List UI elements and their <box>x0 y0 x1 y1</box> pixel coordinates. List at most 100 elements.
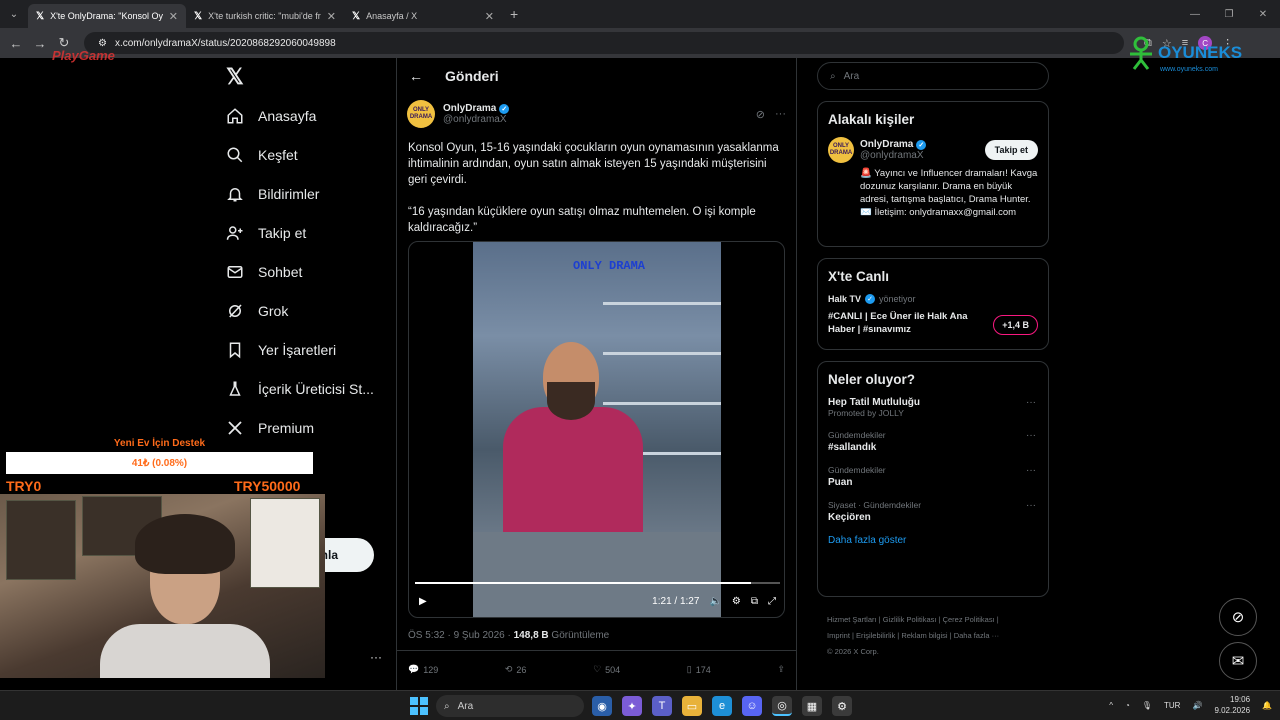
author-name[interactable]: OnlyDrama <box>443 103 496 114</box>
browser-tab-1[interactable]: 𝕏 X'te OnlyDrama: "Konsol Oyun ✕ <box>28 4 186 28</box>
task-view-icon[interactable]: ◉ <box>592 696 612 716</box>
search-input[interactable]: ⌕ Ara <box>817 62 1049 90</box>
chrome-icon[interactable]: ◎ <box>772 696 792 716</box>
bookmark-count: 174 <box>695 664 711 675</box>
sidebar-item-home[interactable]: Anasayfa <box>226 96 374 135</box>
browser-tab-2[interactable]: 𝕏 X'te turkish critic: "mubi'de fran ✕ <box>186 4 344 28</box>
reply-button[interactable]: 💬 129 <box>408 664 438 675</box>
back-arrow-icon[interactable]: ← <box>409 68 423 84</box>
settings-icon[interactable]: ⚙ <box>732 596 741 607</box>
sidebar-item-label: Keşfet <box>258 146 298 163</box>
sidebar-item-bookmarks[interactable]: Yer İşaretleri <box>226 330 374 369</box>
discord-icon[interactable]: ☺ <box>742 696 762 716</box>
tab-search-chevron-icon[interactable]: ⌄ <box>0 0 28 28</box>
related-name[interactable]: OnlyDrama <box>860 139 913 150</box>
grok-fab[interactable]: ⊘ <box>1219 598 1257 636</box>
tab-close-icon[interactable]: ✕ <box>485 10 494 23</box>
microphone-icon[interactable]: 🎙 <box>1142 701 1152 710</box>
like-count: 504 <box>605 664 621 675</box>
footer-line[interactable]: Imprint | Erişilebilirlik | Reklam bilgi… <box>827 628 1047 644</box>
close-window-icon[interactable]: ✕ <box>1246 0 1280 28</box>
site-info-icon[interactable]: ⚙ <box>98 38 107 49</box>
footer-line[interactable]: Hizmet Şartları | Gizlilik Politikası | … <box>827 612 1047 628</box>
like-button[interactable]: ♡ 504 <box>593 664 620 675</box>
chevron-up-icon[interactable]: ^ <box>1109 701 1113 710</box>
steam-icon[interactable]: ⚙ <box>832 696 852 716</box>
trend-item[interactable]: Siyaset · Gündemdekiler Keçiören ··· <box>828 500 1038 523</box>
teams-icon[interactable]: T <box>652 696 672 716</box>
notifications-icon[interactable]: 🔔 <box>1262 701 1272 710</box>
volume-icon[interactable]: 🔊 <box>1192 701 1202 710</box>
sidebar-item-explore[interactable]: Keşfet <box>226 135 374 174</box>
network-icon[interactable]: ◔ <box>1125 701 1130 710</box>
windows-start-icon[interactable] <box>410 697 428 715</box>
sidebar-item-notifications[interactable]: Bildirimler <box>226 174 374 213</box>
webcam-feed <box>0 494 325 678</box>
video-player[interactable]: ONLY DRAMA ▶ 1:21 / 1:27 🔈 ⚙ ⧉ ⤢ <box>408 241 785 618</box>
bookmark-button[interactable]: ▯ 174 <box>687 664 711 675</box>
post-text: Konsol Oyun, 15-16 yaşındaki çocukların … <box>397 134 796 236</box>
avatar[interactable]: ONLY DRAMA <box>828 137 854 163</box>
sidebar-item-label: Bildirimler <box>258 185 320 202</box>
edge-icon[interactable]: e <box>712 696 732 716</box>
more-options-icon[interactable]: ··· <box>1026 397 1036 408</box>
sidebar-item-grok[interactable]: Grok <box>226 291 374 330</box>
new-tab-button[interactable]: + <box>510 6 518 22</box>
taskbar-search[interactable]: ⌕ Ara <box>436 695 584 717</box>
post-timestamp[interactable]: ÖS 5:32 · 9 Şub 2026 · <box>408 630 514 641</box>
related-handle[interactable]: @onlydramaX <box>860 150 926 161</box>
minimize-icon[interactable]: — <box>1178 0 1212 28</box>
trend-item[interactable]: Gündemdekiler Puan ··· <box>828 465 1038 488</box>
tab-close-icon[interactable]: ✕ <box>327 10 336 23</box>
trend-item[interactable]: Hep Tatil Mutluluğu Promoted by JOLLY ··… <box>828 397 1038 418</box>
browser-tab-3[interactable]: 𝕏 Anasayfa / X ✕ <box>344 4 502 28</box>
follow-button[interactable]: Takip et <box>984 140 1038 160</box>
grok-icon[interactable]: ⊘ <box>756 108 765 121</box>
volume-icon[interactable]: 🔈 <box>709 596 721 607</box>
x-logo[interactable]: 𝕏 <box>226 64 244 90</box>
show-more-link[interactable]: Daha fazla göster <box>828 535 1038 546</box>
tab-close-icon[interactable]: ✕ <box>169 10 178 23</box>
pip-icon[interactable]: ⧉ <box>751 596 758 607</box>
live-host-row[interactable]: Halk TV ✓ yönetiyor <box>828 294 1038 304</box>
more-options-icon[interactable]: ··· <box>1026 500 1036 511</box>
share-icon[interactable]: ⇪ <box>777 664 785 675</box>
more-options-icon[interactable]: ··· <box>775 108 786 121</box>
forward-arrow-icon[interactable]: → <box>28 36 52 51</box>
video-progress-bar[interactable] <box>415 582 780 584</box>
repost-button[interactable]: ⟲ 26 <box>505 664 527 675</box>
clock[interactable]: 19:06 9.02.2026 <box>1214 694 1250 716</box>
sidebar-item-chat[interactable]: Sohbet <box>226 252 374 291</box>
avatar[interactable]: ONLY DRAMA <box>407 100 435 128</box>
live-topic[interactable]: #CANLI | Ece Üner ile Halk Ana Haber | #… <box>828 310 968 336</box>
more-options-icon[interactable]: ··· <box>1026 430 1036 441</box>
author-handle[interactable]: @onlydramaX <box>443 114 509 125</box>
oyuneks-brand: OYUNEKS <box>1158 43 1243 62</box>
reply-icon: 💬 <box>408 664 420 674</box>
live-listeners-badge[interactable]: +1,4 B <box>993 315 1038 335</box>
app-icon[interactable]: ▦ <box>802 696 822 716</box>
address-bar[interactable]: ⚙ x.com/onlydramaX/status/20208682920600… <box>84 32 1124 54</box>
language-indicator[interactable]: TUR <box>1164 701 1180 710</box>
account-more-icon[interactable]: ··· <box>370 650 382 664</box>
wall-poster <box>6 500 76 580</box>
search-icon: ⌕ <box>444 700 450 712</box>
sidebar-item-follow[interactable]: Takip et <box>226 213 374 252</box>
column-divider <box>796 58 797 690</box>
play-icon[interactable]: ▶ <box>419 596 427 607</box>
sidebar-item-creator-studio[interactable]: İçerik Üreticisi St... <box>226 369 374 408</box>
clock-date: 9.02.2026 <box>1214 706 1251 715</box>
donation-amount: 41₺ (0.08%) <box>131 457 188 469</box>
donation-goal-title: Yeni Ev İçin Destek <box>113 438 206 449</box>
messages-fab[interactable]: ✉ <box>1219 642 1257 680</box>
fullscreen-icon[interactable]: ⤢ <box>768 596 776 607</box>
back-arrow-icon[interactable]: ← <box>4 36 28 51</box>
copilot-icon[interactable]: ✦ <box>622 696 642 716</box>
donation-min: TRY0 <box>6 478 42 494</box>
more-options-icon[interactable]: ··· <box>1026 465 1036 476</box>
restore-icon[interactable]: ❐ <box>1212 0 1246 28</box>
live-host-suffix: yönetiyor <box>879 294 916 304</box>
trend-item[interactable]: Gündemdekiler #sallandık ··· <box>828 430 1038 453</box>
file-explorer-icon[interactable]: ▭ <box>682 696 702 716</box>
related-bio: 🚨 Yayıncı ve Influencer dramaları! Kavga… <box>860 168 1038 218</box>
